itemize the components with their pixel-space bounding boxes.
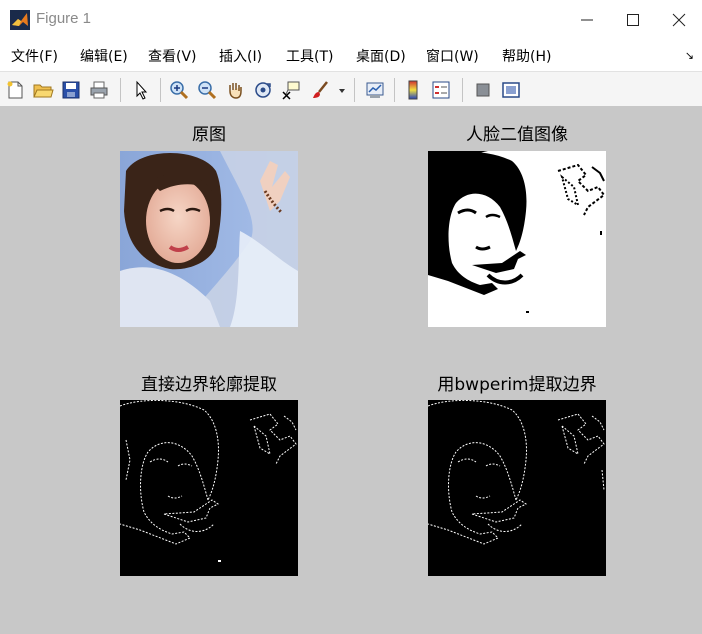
link-plot-icon[interactable] [364, 79, 386, 101]
colorbar-icon[interactable] [402, 79, 424, 101]
subplot-title-bwperim: 用bwperim提取边界 [437, 375, 597, 395]
title-bar: Figure 1 [0, 0, 702, 40]
minimize-button[interactable] [564, 0, 610, 40]
toolbar-separator [462, 78, 463, 102]
menu-help[interactable]: 帮助(H) [502, 46, 551, 66]
zoom-out-icon[interactable] [196, 79, 218, 101]
menu-insert[interactable]: 插入(I) [219, 46, 262, 66]
menu-file[interactable]: 文件(F) [11, 46, 58, 66]
subplot-title-original: 原图 [192, 125, 226, 145]
print-icon[interactable] [88, 79, 110, 101]
original-image [120, 151, 298, 327]
subplot-title-edge: 直接边界轮廓提取 [141, 375, 277, 395]
matlab-logo-icon [10, 10, 30, 30]
pan-hand-icon[interactable] [224, 79, 246, 101]
bwperim-outline-image [428, 400, 606, 576]
figure-toolbar [0, 71, 702, 107]
toolbar-separator [160, 78, 161, 102]
maximize-icon [627, 14, 639, 26]
menu-desktop[interactable]: 桌面(D) [356, 46, 406, 66]
menu-tools[interactable]: 工具(T) [286, 46, 333, 66]
toolbar-separator [354, 78, 355, 102]
toolbar-separator [120, 78, 121, 102]
menu-view[interactable]: 查看(V) [148, 46, 197, 66]
toolbar-separator [394, 78, 395, 102]
window-title: Figure 1 [36, 10, 92, 27]
show-plot-tools-icon[interactable] [500, 79, 522, 101]
rotate-3d-icon[interactable] [252, 79, 274, 101]
close-icon [672, 13, 686, 27]
save-icon[interactable] [60, 79, 82, 101]
menu-edit[interactable]: 编辑(E) [80, 46, 128, 66]
subplot-title-binary: 人脸二值图像 [466, 125, 568, 145]
brush-dropdown-icon[interactable] [336, 79, 348, 101]
pointer-icon[interactable] [130, 79, 152, 101]
maximize-button[interactable] [610, 0, 656, 40]
legend-icon[interactable] [430, 79, 452, 101]
brush-icon[interactable] [310, 79, 332, 101]
new-figure-icon[interactable] [4, 79, 26, 101]
edge-outline-image [120, 400, 298, 576]
hide-plot-tools-icon[interactable] [472, 79, 494, 101]
dock-arrow-icon[interactable]: ↘ [685, 49, 694, 62]
binary-face-image [428, 151, 606, 327]
zoom-in-icon[interactable] [168, 79, 190, 101]
open-file-icon[interactable] [32, 79, 54, 101]
data-cursor-icon[interactable] [280, 79, 302, 101]
figure-canvas: 原图 人脸二值图像 直接边界轮廓提取 用bwperim提取边界 [0, 106, 702, 634]
menu-window[interactable]: 窗口(W) [426, 46, 479, 66]
close-button[interactable] [656, 0, 702, 40]
menu-bar: 文件(F) 编辑(E) 查看(V) 插入(I) 工具(T) 桌面(D) 窗口(W… [0, 40, 702, 70]
minimize-icon [581, 19, 593, 21]
